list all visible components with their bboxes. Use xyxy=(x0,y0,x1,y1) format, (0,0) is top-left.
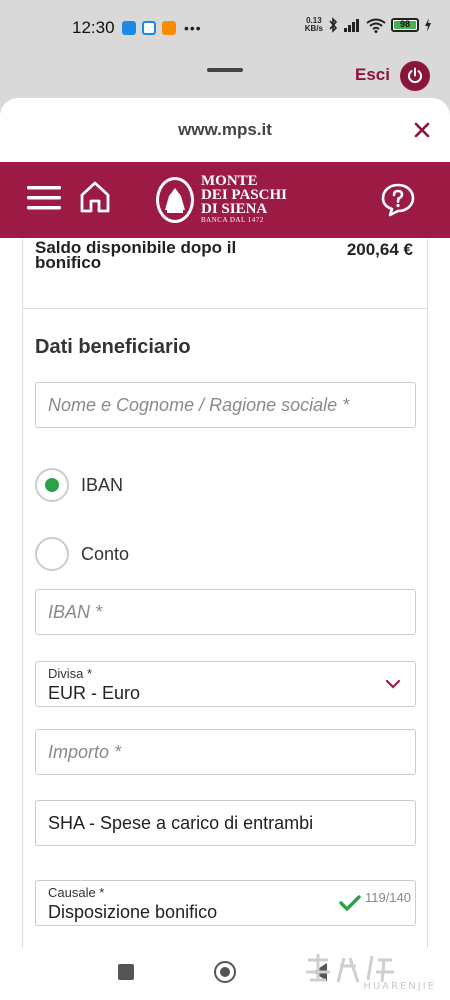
reason-label: Causale * xyxy=(48,885,105,900)
home-nav-button[interactable] xyxy=(214,961,236,983)
radio-selected-dot xyxy=(45,478,59,492)
recents-button[interactable] xyxy=(118,964,134,980)
reason-field[interactable]: Causale * Disposizione bonifico 119/140 xyxy=(35,880,416,926)
reason-counter: 119/140 xyxy=(364,890,411,905)
network-speed: 0.13 KB/s xyxy=(304,16,323,33)
battery-icon: 98 xyxy=(391,18,419,32)
check-icon xyxy=(339,895,361,911)
home-nav-dot xyxy=(220,967,230,977)
radio-conto[interactable] xyxy=(35,537,69,571)
radio-conto-label[interactable]: Conto xyxy=(81,544,129,565)
form-card: Saldo disponibile dopo il bonifico 200,6… xyxy=(22,238,428,948)
section-title: Dati beneficiario xyxy=(35,336,191,358)
wifi-icon xyxy=(366,18,386,33)
reason-value: Disposizione bonifico xyxy=(48,902,218,922)
exit-label[interactable]: Esci xyxy=(355,65,390,85)
status-bar: 12:30 ••• 0.13 KB/s 98 xyxy=(0,0,450,48)
amount-placeholder: Importo * xyxy=(48,742,122,762)
seal-icon xyxy=(156,176,194,223)
power-icon xyxy=(408,67,422,83)
balance-label: Saldo disponibile dopo il bonifico xyxy=(35,238,237,272)
home-icon[interactable] xyxy=(79,180,111,214)
radio-iban[interactable] xyxy=(35,468,69,502)
system-indicators: 0.13 KB/s 98 xyxy=(305,17,432,33)
logo-wordmark: MONTE DEI PASCHI DI SIENA BANCA DAL 1472 xyxy=(201,173,287,225)
mi-app-icon xyxy=(162,21,176,35)
close-icon xyxy=(414,122,430,138)
browser-sheet: www.mps.it MONTE DEI PASCHI DI SIENA BAN… xyxy=(0,98,450,948)
close-button[interactable] xyxy=(410,118,434,142)
calendar-app-icon xyxy=(142,21,156,35)
currency-label: Divisa * xyxy=(48,666,93,681)
transfer-form: Saldo disponibile dopo il bonifico 200,6… xyxy=(0,238,450,948)
menu-icon[interactable] xyxy=(27,184,61,212)
drag-handle[interactable] xyxy=(207,68,243,72)
watermark-logo: HUARENJIE xyxy=(300,950,444,998)
iban-field[interactable]: IBAN * xyxy=(35,589,416,635)
signal-icon xyxy=(344,19,359,32)
url-bar: www.mps.it xyxy=(0,98,450,162)
radio-iban-label[interactable]: IBAN xyxy=(81,475,123,496)
balance-value: 200,64 € xyxy=(346,240,413,259)
logout-button[interactable] xyxy=(400,61,430,91)
charges-value: SHA - Spese a carico di entrambi xyxy=(48,813,314,833)
iban-placeholder: IBAN * xyxy=(48,602,103,622)
more-notifications-icon: ••• xyxy=(184,20,202,36)
bank-header: MONTE DEI PASCHI DI SIENA BANCA DAL 1472 xyxy=(0,162,450,238)
navigation-bar: HUARENJIE xyxy=(0,948,450,1000)
currency-value: EUR - Euro xyxy=(48,683,141,703)
help-icon[interactable] xyxy=(380,182,416,218)
notification-icons: ••• xyxy=(122,20,202,36)
divider xyxy=(23,308,427,309)
charging-icon xyxy=(425,18,431,32)
mps-logo[interactable]: MONTE DEI PASCHI DI SIENA BANCA DAL 1472 xyxy=(155,174,287,225)
bluetooth-icon xyxy=(329,17,338,33)
status-time: 12:30 xyxy=(72,18,115,37)
amount-field[interactable]: Importo * xyxy=(35,729,416,775)
chevron-down-icon xyxy=(385,679,401,689)
watermark-text: HUARENJIE xyxy=(363,981,436,992)
currency-select[interactable]: Divisa * EUR - Euro xyxy=(35,661,416,707)
charges-select[interactable]: SHA - Spese a carico di entrambi xyxy=(35,800,416,846)
url-text: www.mps.it xyxy=(178,120,272,139)
chat-app-icon xyxy=(122,21,136,35)
beneficiary-name-placeholder: Nome e Cognome / Ragione sociale * xyxy=(48,395,350,415)
beneficiary-name-field[interactable]: Nome e Cognome / Ragione sociale * xyxy=(35,382,416,428)
